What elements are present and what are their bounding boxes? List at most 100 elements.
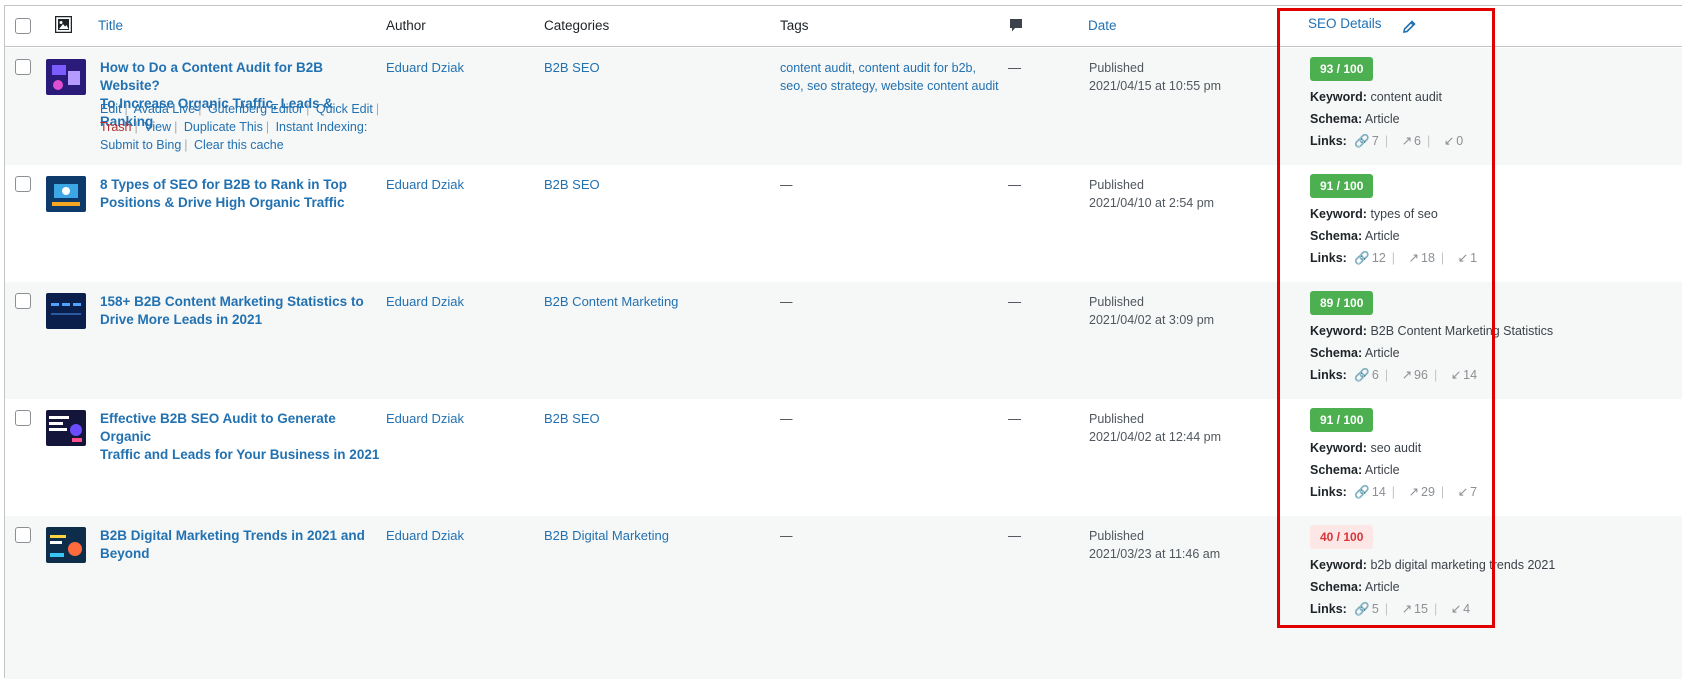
category-link[interactable]: B2B SEO <box>544 176 600 194</box>
post-thumbnail[interactable] <box>46 527 86 563</box>
incoming-link-icon: ↙ <box>1450 602 1462 616</box>
row-checkbox[interactable] <box>15 410 31 426</box>
seo-score-badge[interactable]: 91 / 100 <box>1310 174 1374 198</box>
internal-link-icon: 🔗 <box>1354 251 1370 265</box>
seo-details: 93 / 100 Keyword: content audit Schema: … <box>1310 57 1580 149</box>
post-thumbnail[interactable] <box>46 410 86 446</box>
duplicate-link[interactable]: Duplicate This <box>184 120 263 134</box>
incoming-link-icon: ↙ <box>1450 368 1462 382</box>
author-link[interactable]: Eduard Dziak <box>386 410 464 428</box>
tags-list: — <box>780 178 793 192</box>
post-thumbnail[interactable] <box>46 59 86 95</box>
table-header: Title Author Categories Tags Date SEO De… <box>5 6 1682 47</box>
seo-links: Links: 🔗 12 | ↗ 18 | ↙ 1 <box>1310 251 1478 265</box>
seo-keyword: Keyword: b2b digital marketing trends 20… <box>1310 558 1556 572</box>
incoming-link-icon: ↙ <box>1457 485 1469 499</box>
post-title-link[interactable]: 158+ B2B Content Marketing Statistics to… <box>100 293 385 329</box>
seo-schema: Schema: Article <box>1310 580 1400 594</box>
post-date: Published 2021/04/15 at 10:55 pm <box>1089 61 1222 93</box>
trash-link[interactable]: Trash <box>100 120 132 134</box>
view-link[interactable]: View <box>144 120 171 134</box>
table-row: Effective B2B SEO Audit to Generate Orga… <box>5 399 1682 516</box>
seo-details: 91 / 100 Keyword: seo audit Schema: Arti… <box>1310 408 1580 500</box>
seo-score-badge[interactable]: 91 / 100 <box>1310 408 1374 432</box>
post-title-link[interactable]: 8 Types of SEO for B2B to Rank in Top Pos… <box>100 176 385 212</box>
seo-schema: Schema: Article <box>1310 463 1400 477</box>
seo-details: 89 / 100 Keyword: B2B Content Marketing … <box>1310 291 1580 383</box>
external-link-icon: ↗ <box>1408 485 1419 499</box>
table-row: B2B Digital Marketing Trends in 2021 and… <box>5 516 1682 679</box>
select-all-checkbox[interactable] <box>15 18 31 34</box>
seo-score-badge[interactable]: 93 / 100 <box>1310 57 1374 81</box>
seo-score-badge[interactable]: 89 / 100 <box>1310 291 1374 315</box>
date-column-header[interactable]: Date <box>1088 18 1117 33</box>
comments-count: — <box>1008 411 1021 426</box>
author-link[interactable]: Eduard Dziak <box>386 59 464 77</box>
seo-details-column-header[interactable]: SEO Details <box>1308 16 1382 31</box>
internal-link-icon: 🔗 <box>1354 602 1370 616</box>
incoming-link-icon: ↙ <box>1443 134 1455 148</box>
tags-line[interactable]: seo, seo strategy, website content audit <box>780 77 1010 95</box>
featured-image-column-icon <box>54 15 73 36</box>
submit-to-bing-link[interactable]: Submit to Bing <box>100 138 181 152</box>
author-link[interactable]: Eduard Dziak <box>386 527 464 545</box>
edit-link[interactable]: Edit <box>100 102 122 116</box>
category-link[interactable]: B2B SEO <box>544 410 600 428</box>
post-date: Published 2021/04/02 at 3:09 pm <box>1089 295 1215 327</box>
external-link-icon: ↗ <box>1408 251 1419 265</box>
seo-keyword: Keyword: seo audit <box>1310 441 1422 455</box>
post-title-link[interactable]: Effective B2B SEO Audit to Generate Orga… <box>100 410 385 464</box>
title-column-header[interactable]: Title <box>98 18 123 33</box>
category-link[interactable]: B2B Content Marketing <box>544 293 678 311</box>
seo-score-badge[interactable]: 40 / 100 <box>1310 525 1374 549</box>
post-date: Published 2021/03/23 at 11:46 am <box>1089 529 1221 561</box>
seo-schema: Schema: Article <box>1310 112 1400 126</box>
avada-live-link[interactable]: Avada Live <box>134 102 196 116</box>
tags-column-header: Tags <box>780 18 809 33</box>
seo-details: 40 / 100 Keyword: b2b digital marketing … <box>1310 525 1580 617</box>
post-date: Published 2021/04/10 at 2:54 pm <box>1089 178 1215 210</box>
row-checkbox[interactable] <box>15 293 31 309</box>
seo-links: Links: 🔗 14 | ↗ 29 | ↙ 7 <box>1310 485 1478 499</box>
row-checkbox[interactable] <box>15 527 31 543</box>
category-link[interactable]: B2B SEO <box>544 59 600 77</box>
post-thumbnail[interactable] <box>46 176 86 212</box>
author-column-header: Author <box>386 18 426 33</box>
row-checkbox[interactable] <box>15 176 31 192</box>
row-checkbox[interactable] <box>15 59 31 75</box>
seo-keyword: Keyword: content audit <box>1310 90 1443 104</box>
gutenberg-editor-link[interactable]: Gutenberg Editor <box>208 102 303 116</box>
instant-indexing-label: Instant Indexing: <box>275 120 368 134</box>
post-thumbnail[interactable] <box>46 293 86 329</box>
seo-schema: Schema: Article <box>1310 229 1400 243</box>
post-title-link[interactable]: B2B Digital Marketing Trends in 2021 and… <box>100 527 385 563</box>
table-row: 8 Types of SEO for B2B to Rank in Top Pos… <box>5 165 1682 282</box>
comments-count: — <box>1008 60 1021 75</box>
internal-link-icon: 🔗 <box>1354 134 1370 148</box>
external-link-icon: ↗ <box>1401 602 1413 616</box>
seo-schema: Schema: Article <box>1310 346 1400 360</box>
seo-links: Links: 🔗 5 | ↗ 15 | ↙ 4 <box>1310 602 1471 616</box>
category-link[interactable]: B2B Digital Marketing <box>544 527 669 545</box>
tags-list: content audit, content audit for b2b, se… <box>780 59 1010 95</box>
internal-link-icon: 🔗 <box>1354 368 1370 382</box>
tags-list: — <box>780 412 793 426</box>
pencil-icon[interactable] <box>1402 20 1416 37</box>
author-link[interactable]: Eduard Dziak <box>386 176 464 194</box>
external-link-icon: ↗ <box>1401 368 1413 382</box>
seo-links: Links: 🔗 7 | ↗ 6 | ↙ 0 <box>1310 134 1464 148</box>
seo-links: Links: 🔗 6 | ↗ 96 | ↙ 14 <box>1310 368 1478 382</box>
tags-list: — <box>780 529 793 543</box>
row-actions: Edit | Avada Live | Gutenberg Editor | Quic… <box>100 102 380 152</box>
quick-edit-link[interactable]: Quick Edit <box>316 102 373 116</box>
seo-keyword: Keyword: types of seo <box>1310 207 1438 221</box>
tags-line[interactable]: content audit, content audit for b2b, <box>780 59 1010 77</box>
seo-keyword: Keyword: B2B Content Marketing Statistic… <box>1310 324 1554 338</box>
external-link-icon: ↗ <box>1401 134 1413 148</box>
posts-table: Title Author Categories Tags Date SEO De… <box>4 5 1682 679</box>
comments-column-icon[interactable] <box>1009 18 1023 36</box>
incoming-link-icon: ↙ <box>1457 251 1469 265</box>
author-link[interactable]: Eduard Dziak <box>386 293 464 311</box>
clear-cache-link[interactable]: Clear this cache <box>194 138 284 152</box>
post-date: Published 2021/04/02 at 12:44 pm <box>1089 412 1222 444</box>
